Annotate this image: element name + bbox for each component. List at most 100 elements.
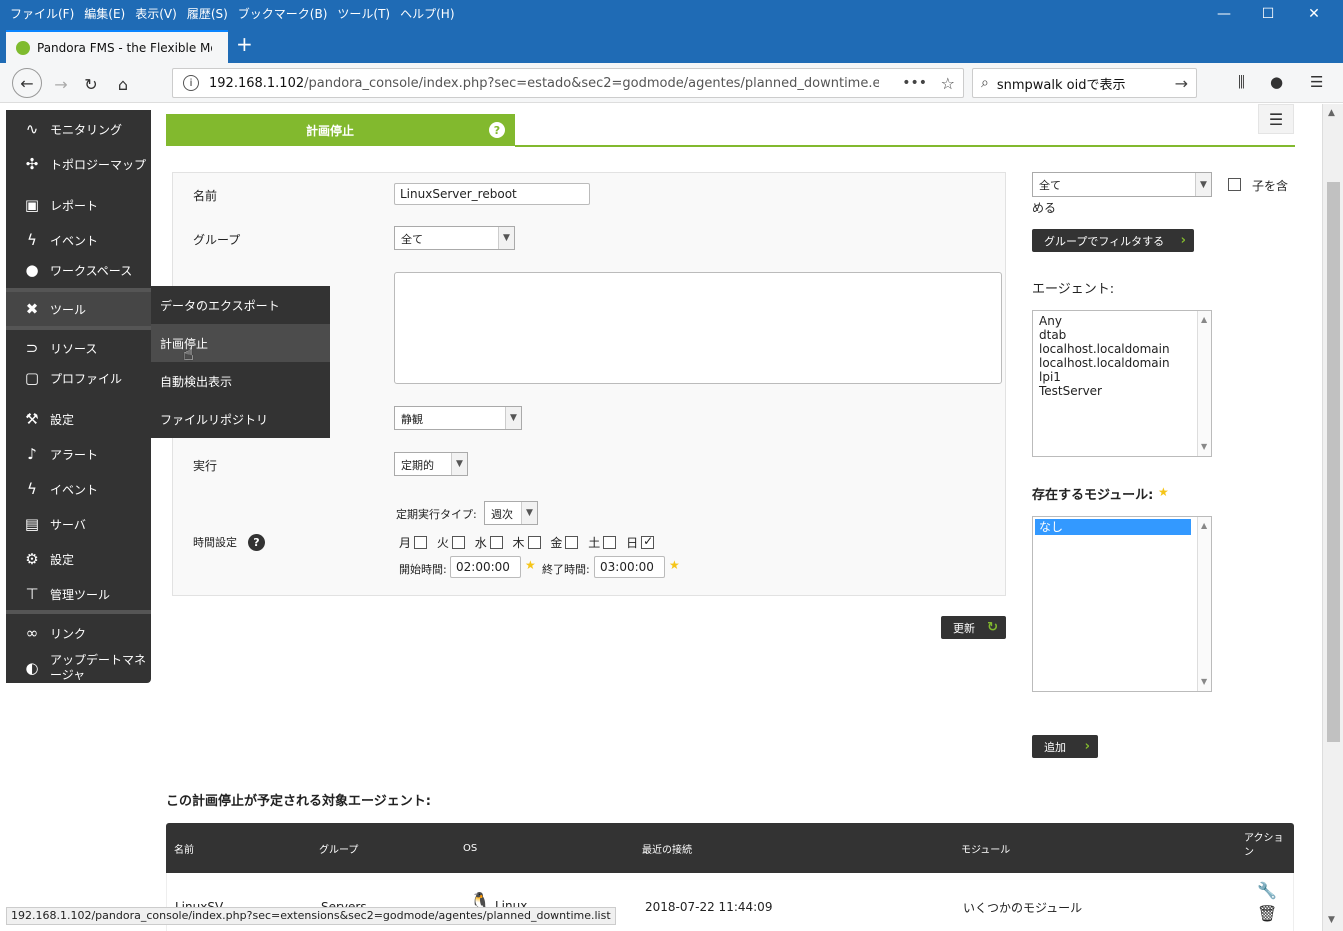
url-bar[interactable]: i 192.168.1.102/pandora_console/index.ph… [172, 68, 964, 98]
group-select[interactable]: 全て ▼ [394, 226, 515, 250]
sidebar-item-settings[interactable]: ⚒ 設定 [6, 404, 151, 434]
agent-option[interactable]: localhost.localdomain [1039, 356, 1205, 370]
type-select[interactable]: 静観 ▼ [394, 406, 522, 430]
maximize-icon[interactable]: ☐ [1245, 0, 1291, 27]
back-icon[interactable]: ← [12, 68, 42, 98]
menu-help[interactable]: ヘルプ(H) [400, 5, 454, 22]
sidebar-item-topology[interactable]: ✣ トポロジーマップ [6, 149, 151, 179]
day-sun-checkbox[interactable] [641, 534, 655, 549]
update-button[interactable]: 更新 ↻ [941, 616, 1006, 639]
menu-tools[interactable]: ツール(T) [337, 5, 390, 22]
sidebar-item-links[interactable]: ∞ リンク [6, 618, 151, 648]
submenu-data-export[interactable]: データのエクスポート [151, 286, 330, 324]
agent-option[interactable]: lpi1 [1039, 370, 1205, 384]
filter-group-select[interactable]: 全て ▼ [1032, 172, 1212, 197]
trash-icon[interactable]: 🗑 [1257, 904, 1277, 923]
start-time-input[interactable] [450, 556, 521, 578]
chevron-down-icon: ▼ [505, 407, 521, 429]
bookmark-star-icon[interactable]: ☆ [941, 74, 955, 93]
sidebar-item-monitoring[interactable]: ∿ モニタリング [6, 114, 151, 144]
module-option[interactable]: なし [1035, 519, 1191, 535]
sidebar-divider [6, 610, 151, 614]
scroll-up-icon[interactable]: ▲ [1201, 313, 1207, 327]
day-wed-checkbox[interactable] [489, 536, 503, 549]
scrollbar-thumb[interactable] [1327, 182, 1340, 742]
reload-icon[interactable]: ↻ [78, 71, 104, 97]
refresh-icon: ↻ [987, 620, 998, 635]
info-icon[interactable]: i [183, 75, 199, 91]
name-input[interactable] [394, 183, 590, 205]
page-actions-icon[interactable]: ••• [902, 75, 927, 91]
menu-edit[interactable]: 編集(E) [84, 5, 125, 22]
sidebar-item-events[interactable]: ϟ イベント [6, 225, 151, 255]
search-box[interactable]: ⌕ snmpwalk oidで表示 → [972, 68, 1197, 98]
period-type-select[interactable]: 週次 ▼ [484, 501, 538, 525]
modules-listbox[interactable]: なし ▲ ▼ [1032, 516, 1212, 692]
close-icon[interactable]: ✕ [1291, 0, 1337, 27]
scroll-up-icon[interactable]: ▲ [1201, 519, 1207, 533]
agent-option[interactable]: Any [1039, 314, 1205, 328]
sidebar-item-resources[interactable]: ⊃ リソース [6, 333, 151, 363]
day-sat-checkbox[interactable] [603, 536, 617, 549]
listbox-scrollbar[interactable]: ▲ ▼ [1197, 311, 1211, 456]
hamburger-menu-icon[interactable]: ☰ [1310, 73, 1323, 91]
sidebar-item-servers[interactable]: ▤ サーバ [6, 509, 151, 539]
sidebar-item-admin-tools[interactable]: ⊤ 管理ツール [6, 579, 151, 609]
menu-bookmarks[interactable]: ブックマーク(B) [238, 5, 328, 22]
search-go-icon[interactable]: → [1175, 74, 1188, 93]
filter-by-group-button[interactable]: グループでフィルタする › [1032, 229, 1194, 252]
menu-file[interactable]: ファイル(F) [10, 5, 74, 22]
forward-icon[interactable]: → [48, 71, 74, 97]
sidebar-item-profile[interactable]: ▢ プロファイル [6, 363, 151, 393]
submenu-planned-downtime[interactable]: 計画停止 [151, 324, 330, 362]
add-button[interactable]: 追加 › [1032, 735, 1098, 758]
include-children-checkbox[interactable] [1228, 178, 1241, 191]
submenu-auto-discovery[interactable]: 自動検出表示 [151, 362, 330, 400]
sidebar-item-events-admin[interactable]: ϟ イベント [6, 474, 151, 504]
sidebar-item-alerts[interactable]: ♪ アラート [6, 439, 151, 469]
help-icon[interactable]: ? [248, 534, 265, 551]
sidebar-item-tools[interactable]: ✖ ツール [6, 292, 151, 326]
agent-option[interactable]: TestServer [1039, 384, 1205, 398]
extension-icon[interactable]: ● [1270, 73, 1283, 91]
scroll-down-icon[interactable]: ▼ [1201, 675, 1207, 689]
period-type-label: 定期実行タイプ: [396, 508, 477, 521]
sidebar-item-reports[interactable]: ▣ レポート [6, 190, 151, 220]
day-thu-checkbox[interactable] [527, 536, 541, 549]
description-textarea[interactable] [394, 272, 1002, 384]
server-icon: ▤ [24, 515, 40, 533]
search-text: snmpwalk oidで表示 [996, 77, 1126, 93]
browser-tab[interactable]: Pandora FMS - the Flexible Mo [6, 30, 228, 63]
wrench-icon[interactable]: 🔧 [1257, 881, 1277, 900]
agent-option[interactable]: localhost.localdomain [1039, 342, 1205, 356]
new-tab-icon[interactable]: + [236, 32, 253, 56]
exec-select[interactable]: 定期的 ▼ [394, 452, 468, 476]
sidebar-item-workspace[interactable]: ● ワークスペース [6, 255, 151, 285]
list-view-icon[interactable]: ☰ [1258, 104, 1294, 134]
page-scrollbar[interactable]: ▲ ▼ [1322, 104, 1343, 931]
chevron-down-icon: ▼ [1195, 173, 1211, 196]
day-mon-checkbox[interactable] [414, 536, 428, 549]
home-icon[interactable]: ⌂ [110, 71, 136, 97]
submenu-file-repository[interactable]: ファイルリポジトリ [151, 400, 330, 438]
end-time-input[interactable] [594, 556, 665, 578]
sidebar-item-update-manager[interactable]: ◐ アップデートマネージャ [6, 650, 151, 686]
star-icon: ★ [1158, 485, 1169, 499]
library-icon[interactable]: ⫼ [1238, 73, 1245, 91]
sidebar-item-setup[interactable]: ⚙ 設定 [6, 544, 151, 574]
day-tue-checkbox[interactable] [451, 536, 465, 549]
scroll-up-icon[interactable]: ▲ [1328, 108, 1335, 118]
agents-listbox[interactable]: Any dtab localhost.localdomain localhost… [1032, 310, 1212, 457]
menu-history[interactable]: 履歴(S) [187, 5, 228, 22]
header-divider [515, 145, 1295, 147]
help-icon[interactable]: ? [489, 122, 505, 138]
day-fri-checkbox[interactable] [565, 536, 579, 549]
group-label: グループ [193, 233, 241, 247]
sidebar: ∿ モニタリング ✣ トポロジーマップ ▣ レポート ϟ イベント ● ワークスペース ✖… [6, 110, 151, 683]
agent-option[interactable]: dtab [1039, 328, 1205, 342]
listbox-scrollbar[interactable]: ▲ ▼ [1197, 517, 1211, 691]
scroll-down-icon[interactable]: ▼ [1328, 915, 1335, 925]
menu-view[interactable]: 表示(V) [135, 5, 177, 22]
scroll-down-icon[interactable]: ▼ [1201, 440, 1207, 454]
minimize-icon[interactable]: — [1201, 0, 1247, 27]
